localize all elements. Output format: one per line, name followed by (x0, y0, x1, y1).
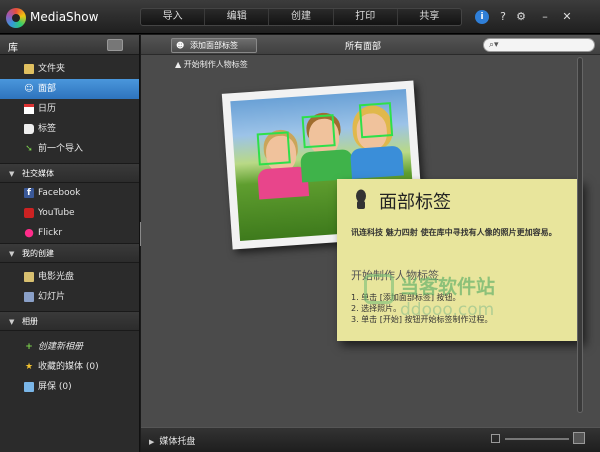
section-my-creations[interactable]: ▼ 我的创建 (0, 243, 139, 263)
main-panel: ☻ 添加面部标签 所有面部 ⌕▾ ▲ 开始制作人物标签 面部标签 讯连科技 魅力… (141, 35, 600, 427)
sidebar-item-movie-disc[interactable]: 电影光盘 (0, 267, 139, 287)
sidebar-item-youtube[interactable]: YouTube (0, 203, 139, 223)
help-question-icon[interactable]: ? (496, 10, 510, 24)
add-face-tag-label: 添加面部标签 (190, 41, 238, 50)
search-icon: ⌕▾ (489, 40, 499, 50)
sidebar-item-label: 创建新相册 (38, 342, 84, 352)
tag-icon (24, 124, 34, 134)
face-detection-box (358, 102, 394, 139)
tab-create[interactable]: 创建 (269, 9, 334, 25)
card-subtitle: 开始制作人物标签 (351, 269, 439, 282)
close-icon[interactable]: ✕ (560, 10, 574, 24)
step-1: 1. 单击 [添加面部标签] 按钮。 (351, 293, 461, 302)
collapse-triangle-icon: ▼ (9, 170, 15, 178)
thumbnail-large-icon[interactable] (573, 432, 585, 444)
settings-gear-icon[interactable]: ⚙ (514, 10, 528, 24)
toolbar: ☻ 添加面部标签 所有面部 ⌕▾ (141, 35, 600, 55)
face-detection-box (256, 131, 291, 166)
collapse-triangle-icon: ▼ (9, 318, 15, 326)
thumbnail-small-icon[interactable] (491, 434, 500, 443)
section-title: 社交媒体 (22, 169, 54, 178)
sidebar-item-create-album[interactable]: + 创建新相册 (0, 337, 139, 357)
sidebar-item-label: 幻灯片 (38, 292, 66, 302)
sidebar-item-flickr[interactable]: ● Flickr (0, 223, 139, 243)
section-social-media[interactable]: ▼ 社交媒体 (0, 163, 139, 183)
face-detection-box (301, 114, 336, 149)
tab-print[interactable]: 打印 (334, 9, 398, 25)
sidebar-item-label: 面部 (38, 84, 57, 94)
screensaver-icon (24, 382, 34, 392)
sidebar-item-screensaver[interactable]: 屏保 (0) (0, 377, 139, 397)
media-tray-toggle[interactable]: ▶ 媒体托盘 (149, 434, 195, 447)
library-view-icon[interactable] (107, 39, 123, 51)
add-face-tag-button[interactable]: ☻ 添加面部标签 (171, 38, 257, 53)
zoom-slider[interactable] (505, 438, 569, 440)
movie-disc-icon (24, 272, 34, 282)
calendar-icon (24, 104, 34, 114)
sidebar-item-tags[interactable]: 标签 (0, 119, 139, 139)
minimize-icon[interactable]: – (538, 10, 552, 24)
section-albums[interactable]: ▼ 相册 (0, 311, 139, 331)
bottom-bar: ▶ 媒体托盘 (141, 427, 600, 452)
sidebar-item-label: Facebook (38, 188, 81, 198)
sidebar-item-label: 前一个导入 (38, 144, 84, 154)
sidebar-item-facebook[interactable]: f Facebook (0, 183, 139, 203)
step-2: 2. 选择照片。 (351, 304, 402, 313)
sidebar-item-label: Flickr (38, 228, 63, 238)
sidebar-item-label: 电影光盘 (38, 272, 75, 282)
tab-share[interactable]: 共享 (398, 9, 461, 25)
collapse-triangle-icon: ▼ (9, 250, 15, 258)
flickr-icon: ● (24, 226, 34, 239)
step-3: 3. 单击 [开始] 按钮开始标签制作过程。 (351, 315, 493, 324)
folder-icon (24, 64, 34, 74)
sidebar-item-faces[interactable]: ☺ 面部 (0, 79, 139, 99)
media-tray-label: 媒体托盘 (159, 437, 196, 447)
face-icon: ☺ (24, 84, 34, 94)
tab-import[interactable]: 导入 (141, 9, 206, 25)
app-logo-icon (6, 8, 26, 28)
sidebar-item-label: YouTube (38, 208, 75, 218)
search-input[interactable]: ⌕▾ (483, 38, 595, 52)
section-title: 相册 (22, 317, 38, 326)
sidebar-item-label: 日历 (38, 104, 57, 114)
info-icon[interactable]: i (475, 10, 489, 24)
app-title: MediaShow (30, 10, 99, 24)
main-tabs: 导入 编辑 创建 打印 共享 (140, 8, 462, 26)
sidebar-item-slideshow[interactable]: 幻灯片 (0, 287, 139, 307)
sidebar-item-label: 标签 (38, 124, 57, 134)
sidebar-item-calendar[interactable]: 日历 (0, 99, 139, 119)
scrollbar-thumb[interactable] (577, 57, 583, 413)
sidebar-item-label: 文件夹 (38, 64, 66, 74)
tab-edit[interactable]: 编辑 (205, 9, 270, 25)
title-bar: MediaShow 导入 编辑 创建 打印 共享 i ? ⚙ – ✕ (0, 0, 600, 34)
library-title: 库 (8, 43, 18, 54)
sidebar-item-folders[interactable]: 文件夹 (0, 59, 139, 79)
sidebar-item-label: 屏保 (0) (38, 382, 72, 392)
view-title: 所有面部 (345, 42, 382, 52)
add-icon: + (25, 342, 33, 352)
slideshow-icon (24, 292, 34, 302)
youtube-icon (24, 208, 34, 218)
expand-triangle-icon: ▶ (149, 438, 155, 446)
card-steps: 1. 单击 [添加面部标签] 按钮。 2. 选择照片。 3. 单击 [开始] 按… (351, 292, 493, 325)
sidebar-item-label: 收藏的媒体 (0) (38, 362, 99, 372)
card-description: 讯连科技 魅力四射 使在库中寻找有人像的照片更加容易。 (351, 228, 557, 237)
add-people-icon: ☻ (176, 41, 185, 50)
start-tagging-link[interactable]: ▲ 开始制作人物标签 (175, 59, 248, 70)
sidebar-item-favorites[interactable]: ★ 收藏的媒体 (0) (0, 357, 139, 377)
import-arrow-icon: ➘ (25, 144, 33, 154)
sidebar-item-last-import[interactable]: ➘ 前一个导入 (0, 139, 139, 159)
library-header: 库 (0, 35, 139, 55)
face-silhouette-icon (356, 189, 366, 209)
sidebar: 库 文件夹 ☺ 面部 日历 标签 ➘ 前一个导入 ▼ 社交媒体 f Facebo… (0, 35, 140, 452)
vertical-scrollbar[interactable] (575, 55, 585, 427)
face-tag-info-card: 面部标签 讯连科技 魅力四射 使在库中寻找有人像的照片更加容易。 开始制作人物标… (337, 179, 582, 341)
card-title: 面部标签 (379, 192, 451, 213)
facebook-icon: f (24, 188, 34, 198)
star-icon: ★ (24, 362, 34, 372)
section-title: 我的创建 (22, 249, 54, 258)
